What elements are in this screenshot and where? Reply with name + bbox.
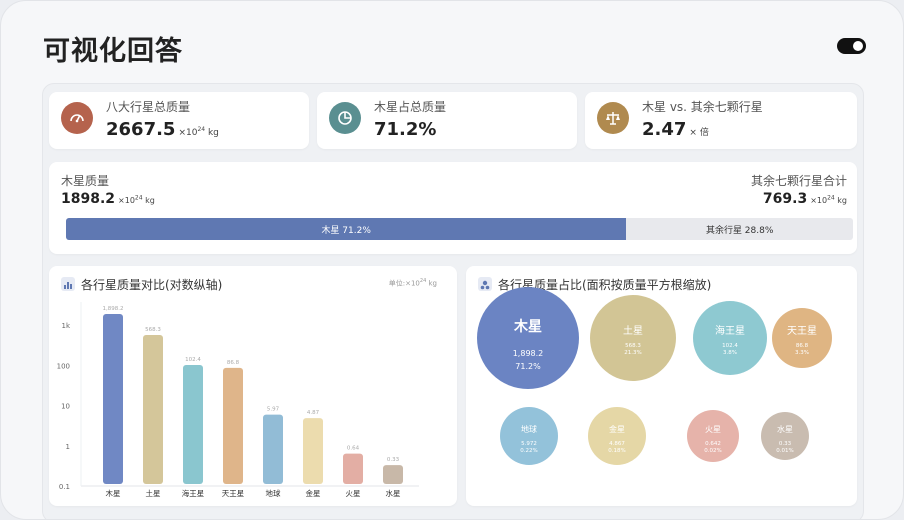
bubble-name: 地球 xyxy=(521,424,537,434)
y-tick-label: 1k xyxy=(61,322,70,330)
bubble-name: 天王星 xyxy=(787,325,817,337)
bar xyxy=(183,364,203,484)
bubble-name: 木星 xyxy=(513,318,542,335)
bubble-share: 71.2% xyxy=(515,362,541,371)
scale-icon xyxy=(597,102,629,134)
x-tick-label: 土星 xyxy=(146,488,161,498)
jupiter-share-fill: 木星 71.2% xyxy=(66,218,627,240)
bar xyxy=(343,453,363,484)
bubble xyxy=(477,287,579,389)
bar-value-label: 568.3 xyxy=(145,327,161,333)
stat-card-jupiter-share: 木星占总质量 71.2% xyxy=(317,92,577,149)
bubble-value: 1,898.2 xyxy=(513,349,544,358)
bubble-value: 86.8 xyxy=(796,343,809,349)
mass-comparison-card: 木星质量 1898.2 ×1024 kg 其余七颗行星合计 769.3 ×1024 … xyxy=(49,162,857,254)
bar xyxy=(303,418,323,484)
toggle-knob xyxy=(853,41,863,51)
stat-value: 71.2% xyxy=(374,119,437,140)
bar xyxy=(103,313,123,484)
y-tick-label: 0.1 xyxy=(59,483,70,491)
x-tick-label: 水星 xyxy=(386,488,401,498)
x-tick-label: 金星 xyxy=(306,488,321,498)
bar-value-label: 0.64 xyxy=(347,446,360,452)
jupiter-mass-label: 木星质量 xyxy=(61,174,110,188)
bubble-value: 568.3 xyxy=(625,343,641,349)
y-tick-label: 1 xyxy=(66,443,70,451)
y-tick-label: 10 xyxy=(61,403,70,411)
bubble xyxy=(500,407,558,465)
bubble xyxy=(588,407,646,465)
page-title: 可视化回答 xyxy=(43,36,183,67)
bubble xyxy=(590,295,676,381)
bar-value-label: 5.97 xyxy=(267,407,280,413)
bubble-value: 4.867 xyxy=(609,441,625,447)
bar xyxy=(383,465,403,484)
bubble-name: 金星 xyxy=(609,424,625,434)
bar-value-label: 0.33 xyxy=(387,457,400,463)
stat-value: 2667.5 ×1024 kg xyxy=(106,119,219,140)
x-tick-label: 天王星 xyxy=(222,489,245,498)
x-tick-label: 地球 xyxy=(266,488,281,498)
bubble-share: 0.22% xyxy=(520,448,537,454)
bar xyxy=(223,367,243,484)
bubble-share: 21.3% xyxy=(624,350,641,356)
bubble-share: 3.8% xyxy=(723,350,737,356)
bubble xyxy=(693,301,767,375)
answer-panel: 八大行星总质量 2667.5 ×1024 kg 木星占总质量 71.2% 木星 v… xyxy=(42,83,864,519)
bubble-value: 0.642 xyxy=(705,441,721,447)
gauge-icon xyxy=(61,102,93,134)
bubble xyxy=(687,410,739,462)
bubble-name: 海王星 xyxy=(715,324,745,337)
app-window: 可视化回答 八大行星总质量 2667.5 ×1024 kg 木星占总质量 71.2… xyxy=(0,0,904,520)
others-mass-value: 769.3 ×1024 kg xyxy=(762,191,847,207)
bubble-name: 水星 xyxy=(777,424,793,434)
bubble-share: 0.18% xyxy=(608,448,625,454)
stat-card-ratio: 木星 vs. 其余七颗行星 2.47 × 倍 xyxy=(585,92,857,149)
bar-value-label: 1,898.2 xyxy=(103,306,124,312)
bar-value-label: 102.4 xyxy=(185,357,201,363)
stat-label: 木星占总质量 xyxy=(374,100,447,114)
bubble-chart: 木星 1,898.2 71.2% 土星 568.321.3% 海王星 102.43.8% 天王… xyxy=(477,287,832,465)
bubble-share: 0.01% xyxy=(776,448,793,454)
bar-chart: 1k 100 10 1 0.1 1,898.2 木星 568.3 土星 102.4 海王星 86.8 天… xyxy=(57,302,419,498)
bubble-name: 火星 xyxy=(705,425,721,434)
bubble-value: 0.33 xyxy=(779,441,792,447)
bar-chart-card: 各行星质量对比(对数纵轴) 单位:×1024 kg 1k 100 10 1 0.1 1,8… xyxy=(49,266,457,506)
bubble-value: 102.4 xyxy=(722,343,738,349)
x-tick-label: 海王星 xyxy=(182,488,205,498)
others-mass-label: 其余七颗行星合计 xyxy=(750,174,847,188)
bar xyxy=(263,414,283,484)
stat-label: 八大行星总质量 xyxy=(106,100,191,114)
bubble-name: 土星 xyxy=(623,324,643,337)
bubble-chart-card: 各行星质量占比(面积按质量平方根缩放) 木星 1,898.2 71.2% 土星 568.… xyxy=(466,266,857,506)
mass-share-bar: 木星 71.2% 其余行星 28.8% xyxy=(66,218,853,240)
x-tick-label: 火星 xyxy=(346,489,361,498)
y-tick-label: 100 xyxy=(57,362,70,370)
stat-value: 2.47 × 倍 xyxy=(642,119,709,140)
stat-card-total-mass: 八大行星总质量 2667.5 ×1024 kg xyxy=(49,92,309,149)
bubble-share: 3.3% xyxy=(795,350,809,356)
bar xyxy=(143,335,163,484)
bubble xyxy=(772,308,832,368)
bar-value-label: 86.8 xyxy=(227,360,240,366)
x-tick-label: 木星 xyxy=(106,488,121,498)
jupiter-mass-value: 1898.2 ×1024 kg xyxy=(61,191,155,207)
bubble-value: 5.972 xyxy=(521,441,537,447)
stat-label: 木星 vs. 其余七颗行星 xyxy=(642,100,763,114)
pie-chart-icon xyxy=(329,102,361,134)
bubble-share: 0.02% xyxy=(704,448,721,454)
bar-value-label: 4.87 xyxy=(307,410,320,416)
theme-toggle[interactable] xyxy=(837,38,866,54)
others-share-segment: 其余行星 28.8% xyxy=(705,225,774,236)
